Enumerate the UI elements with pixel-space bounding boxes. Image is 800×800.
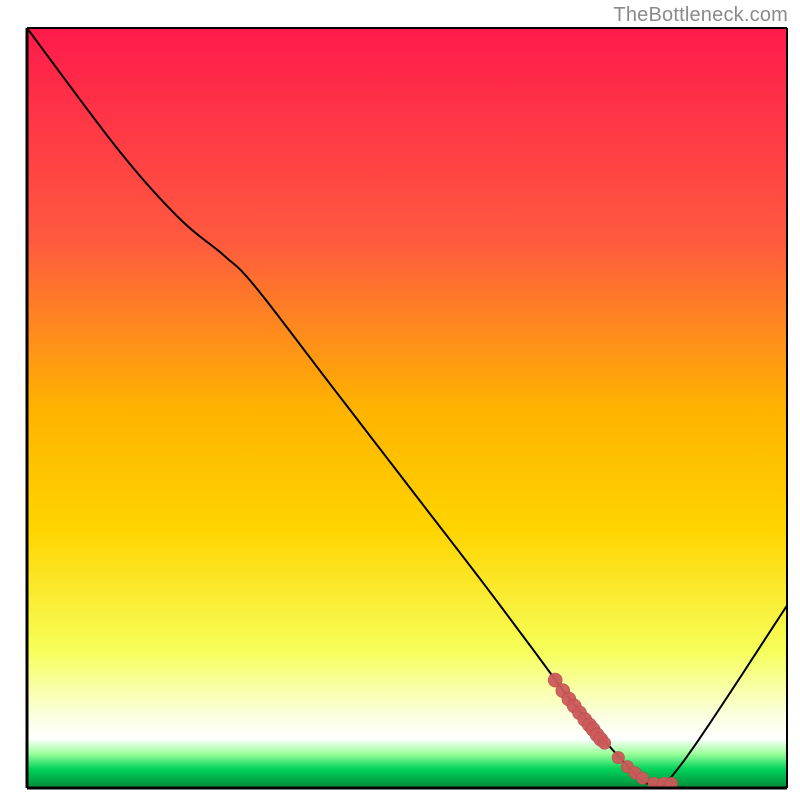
chart-container: TheBottleneck.com — [0, 0, 800, 800]
bottleneck-chart — [0, 0, 800, 800]
